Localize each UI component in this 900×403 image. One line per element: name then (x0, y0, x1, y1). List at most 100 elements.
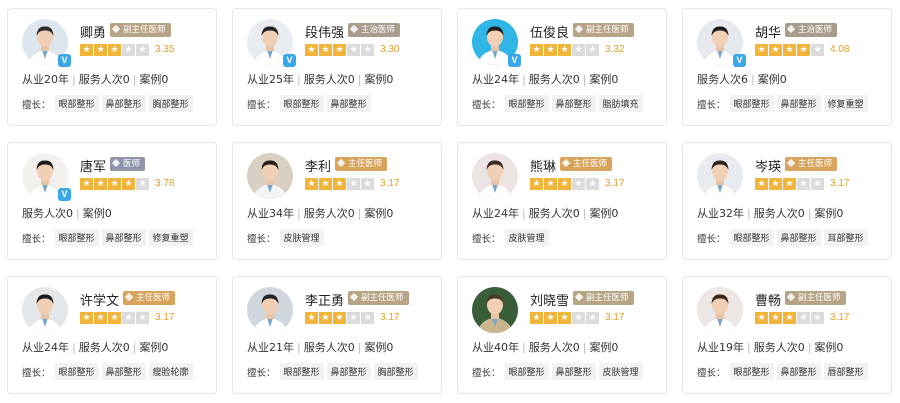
specialty-tag[interactable]: 修复重塑 (148, 229, 193, 246)
avatar[interactable]: V (22, 19, 71, 67)
doctor-card[interactable]: V 段伟强 主治医师 ★ ★ ★ ★ ★ 3.30 从业25年 | 服务人次0 | 案例0 擅长： 眼部整形鼻… (232, 8, 442, 126)
specialty-tag[interactable]: 眼部整形 (279, 95, 324, 112)
doctor-name[interactable]: 唐军 (80, 156, 106, 175)
avatar[interactable] (472, 287, 518, 333)
specialty-tag[interactable]: 鼻部整形 (776, 95, 821, 112)
specialty-tag[interactable]: 眼部整形 (54, 229, 99, 246)
verified-icon: V (733, 54, 746, 67)
stat-item: 案例0 (589, 341, 619, 354)
specialty-tag[interactable]: 眼部整形 (729, 363, 774, 380)
specialty-tag[interactable]: 胸部整形 (373, 363, 418, 380)
specialty-tag[interactable]: 鼻部整形 (326, 363, 371, 380)
star-icon: ★ (769, 178, 782, 190)
doctor-name[interactable]: 许学文 (80, 290, 119, 309)
specialty-tag[interactable]: 修复重塑 (823, 95, 868, 112)
star-icon: ★ (80, 178, 93, 190)
specialty-tag[interactable]: 鼻部整形 (101, 229, 146, 246)
stat-item: 从业32年 (697, 207, 744, 220)
doctor-card-body: 熊琳 主任医师 ★ ★ ★ ★ ★ 3.17 从业24年 | 服务人次0 | 案例0 擅长： 皮肤管理 (472, 143, 660, 259)
stat-item: 案例0 (82, 207, 112, 220)
specialty-tag[interactable]: 眼部整形 (729, 95, 774, 112)
doctor-name[interactable]: 伍俊良 (530, 22, 569, 41)
doctor-card-body: V 唐军 医师 ★ ★ ★ ★ ★ 3.78 服务人次0 | 案例0 擅长： 眼部整形 鼻部整形 修复重塑 (22, 143, 210, 259)
specialty-label: 擅长： (472, 99, 501, 111)
specialty-tag[interactable]: 眼部整形 (504, 363, 549, 380)
avatar[interactable] (697, 287, 743, 333)
specialty-tag[interactable]: 鼻部整形 (776, 229, 821, 246)
title-badge: 副主任医师 (110, 23, 171, 37)
specialty-tag[interactable]: 皮肤管理 (598, 363, 643, 380)
doctor-name[interactable]: 曹畅 (755, 290, 781, 309)
doctor-card[interactable]: V 唐军 医师 ★ ★ ★ ★ ★ 3.78 服务人次0 | 案例0 擅长： 眼部整形 鼻部整形 修复重塑 (7, 142, 217, 260)
title-badge: 主任医师 (335, 157, 388, 171)
doctor-photo (472, 153, 518, 199)
doctor-card[interactable]: V 胡华 主治医师 ★ ★ ★ ★ ★ 4.08 服务人次6 | 案例0 擅长： 眼部整形 鼻部整形 修复重塑 (682, 8, 892, 126)
avatar[interactable] (247, 287, 293, 333)
star-icon: ★ (361, 312, 374, 324)
specialty-tag[interactable]: 鼻部整形 (101, 95, 146, 112)
specialty-tag[interactable]: 皮肤管理 (279, 229, 324, 246)
doctor-card[interactable]: V 伍俊良 副主任医师 ★ ★ ★ ★ ★ 3.32 从业24年 | 服务人次0 | 案例0 擅长： 眼部整形… (457, 8, 667, 126)
rating-value: 3.17 (380, 312, 400, 323)
avatar[interactable]: V (247, 19, 296, 67)
specialty-label: 擅长： (22, 99, 51, 111)
avatar[interactable]: V (472, 19, 521, 67)
doctor-card[interactable]: 曹畅 副主任医师 ★ ★ ★ ★ ★ 3.17 从业19年 | 服务人次0 | 案例0 擅长： 眼部整形 鼻部… (682, 276, 892, 394)
doctor-name[interactable]: 段伟强 (305, 22, 344, 41)
star-icon: ★ (136, 44, 149, 56)
specialty-label: 擅长： (697, 233, 726, 245)
star-icon: ★ (122, 312, 135, 324)
specialty-tag[interactable]: 眼部整形 (504, 95, 549, 112)
doctor-card[interactable]: 刘晓雪 副主任医师 ★ ★ ★ ★ ★ 3.17 从业40年 | 服务人次0 | 案例0 擅长： 眼部整形鼻… (457, 276, 667, 394)
stat-separator: | (522, 341, 526, 354)
stat-separator: | (582, 341, 587, 354)
specialty-tag[interactable]: 鼻部整形 (551, 95, 596, 112)
specialty-tag[interactable]: 瘦脸轮廓 (148, 363, 193, 380)
avatar[interactable]: V (697, 19, 746, 67)
doctor-stats: 服务人次0 | 案例0 (22, 205, 112, 221)
specialty-tag[interactable]: 唇部整形 (823, 363, 868, 380)
star-icon: ★ (769, 44, 782, 56)
specialty-tag[interactable]: 眼部整形 (729, 229, 774, 246)
star-rating: ★ ★ ★ ★ ★ 3.17 (80, 312, 174, 325)
stat-item: 案例0 (814, 341, 844, 354)
doctor-name[interactable]: 李正勇 (305, 290, 344, 309)
specialty-tag[interactable]: 鼻部整形 (776, 363, 821, 380)
star-icon: ★ (80, 44, 93, 56)
doctor-name[interactable]: 李利 (305, 156, 331, 175)
doctor-name[interactable]: 岑瑛 (755, 156, 781, 175)
specialty-tags: 擅长： 眼部整形 鼻部整形 皮肤管理 (472, 363, 646, 380)
doctor-card[interactable]: 李正勇 副主任医师 ★ ★ ★ ★ ★ 3.17 从业21年 | 服务人次0 | 案例0 擅长： 眼部整形鼻… (232, 276, 442, 394)
doctor-name[interactable]: 熊琳 (530, 156, 556, 175)
doctor-name[interactable]: 卿勇 (80, 22, 106, 41)
specialty-tags: 擅长： 眼部整形 鼻部整形 唇部整形 (697, 363, 871, 380)
avatar[interactable]: V (22, 153, 71, 201)
doctor-name[interactable]: 刘晓雪 (530, 290, 569, 309)
specialty-tag[interactable]: 眼部整形 (54, 363, 99, 380)
specialty-tag[interactable]: 眼部整形 (279, 363, 324, 380)
star-icon: ★ (305, 312, 318, 324)
specialty-tag[interactable]: 耳部整形 (823, 229, 868, 246)
avatar[interactable] (22, 287, 68, 333)
doctor-card[interactable]: 岑瑛 主任医师 ★ ★ ★ ★ ★ 3.17 从业32年 | 服务人次0 | 案例0 擅长： 眼部整形 鼻部整… (682, 142, 892, 260)
star-icon: ★ (755, 178, 768, 190)
avatar[interactable] (697, 153, 743, 199)
avatar[interactable] (472, 153, 518, 199)
specialty-tag[interactable]: 鼻部整形 (551, 363, 596, 380)
specialty-tag[interactable]: 胸部整形 (148, 95, 193, 112)
specialty-tag[interactable]: 鼻部整形 (326, 95, 371, 112)
doctor-card[interactable]: 许学文 主任医师 ★ ★ ★ ★ ★ 3.17 从业24年 | 服务人次0 | 案例0 擅长： 眼部整形 鼻部… (7, 276, 217, 394)
doctor-card[interactable]: V 卿勇 副主任医师 ★ ★ ★ ★ ★ 3.35 从业20年 | 服务人次0 | 案例0 擅长： 眼部整形鼻… (7, 8, 217, 126)
specialty-tag[interactable]: 眼部整形 (54, 95, 99, 112)
doctor-card[interactable]: 李利 主任医师 ★ ★ ★ ★ ★ 3.17 从业34年 | 服务人次0 | 案例0 擅长： 皮肤管理 (232, 142, 442, 260)
star-icon: ★ (333, 178, 346, 190)
specialty-tag[interactable]: 鼻部整形 (101, 363, 146, 380)
doctor-card[interactable]: 熊琳 主任医师 ★ ★ ★ ★ ★ 3.17 从业24年 | 服务人次0 | 案例0 擅长： 皮肤管理 (457, 142, 667, 260)
specialty-tag[interactable]: 脂肪填充 (598, 95, 643, 112)
title-badge: 主治医师 (785, 23, 838, 37)
specialty-tag[interactable]: 皮肤管理 (504, 229, 549, 246)
star-icon: ★ (136, 312, 149, 324)
doctor-name[interactable]: 胡华 (755, 22, 781, 41)
avatar[interactable] (247, 153, 293, 199)
star-icon: ★ (94, 312, 107, 324)
